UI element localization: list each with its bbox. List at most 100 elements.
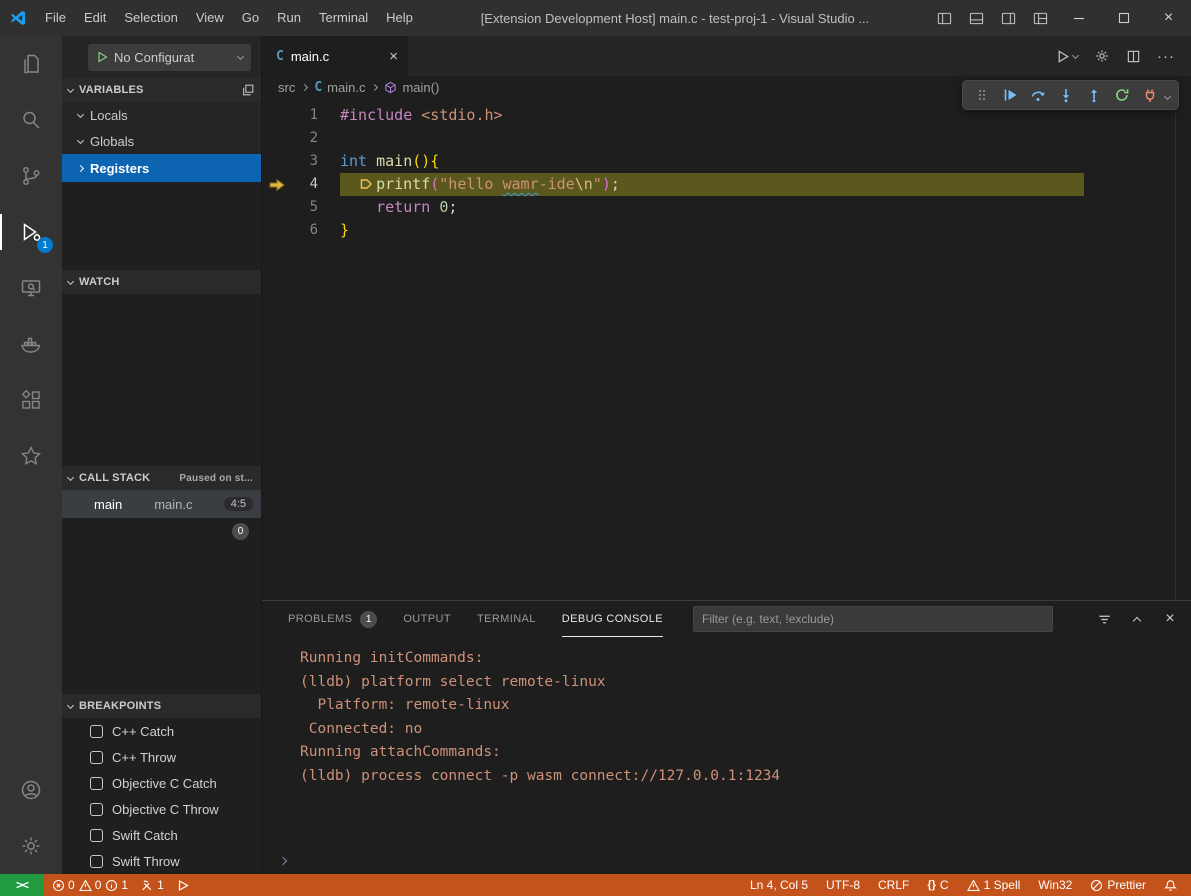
code-text[interactable]: int main(){ — [340, 150, 439, 173]
breakpoints-section-header[interactable]: BREAKPOINTS — [62, 694, 261, 718]
activity-explorer[interactable] — [0, 36, 62, 92]
menu-selection[interactable]: Selection — [115, 0, 186, 36]
code-line[interactable]: 4 printf("hello wamr-ide\n"); — [262, 173, 1191, 196]
continue-button[interactable] — [997, 82, 1023, 108]
variables-scope-globals[interactable]: Globals — [62, 128, 261, 154]
menu-file[interactable]: File — [36, 0, 75, 36]
breakpoint-row[interactable]: Objective C Catch — [62, 770, 261, 796]
maximize-panel-icon[interactable] — [1128, 610, 1146, 628]
breakpoint-checkbox[interactable] — [90, 751, 103, 764]
disconnect-button[interactable] — [1137, 82, 1163, 108]
code-text[interactable]: } — [340, 219, 349, 242]
step-over-button[interactable] — [1025, 82, 1051, 108]
step-out-button[interactable] — [1081, 82, 1107, 108]
breadcrumb-symbol[interactable]: main() — [384, 80, 439, 95]
code-text[interactable]: #include <stdio.h> — [340, 104, 503, 127]
activity-search[interactable] — [0, 92, 62, 148]
activity-account[interactable] — [0, 762, 62, 818]
stack-frame-row[interactable]: main main.c 4:5 — [62, 490, 261, 518]
activity-docker[interactable] — [0, 316, 62, 372]
launch-config-dropdown[interactable]: No Configurat — [88, 44, 251, 71]
code-line[interactable]: 2 — [262, 127, 1191, 150]
activity-run-and-debug[interactable]: 1 — [0, 204, 62, 260]
platform-status[interactable]: Win32 — [1038, 878, 1072, 892]
watch-section-header[interactable]: WATCH — [62, 270, 261, 294]
line-number[interactable]: 2 — [262, 127, 340, 150]
cursor-position[interactable]: Ln 4, Col 5 — [750, 878, 808, 892]
drag-grip[interactable] — [969, 82, 995, 108]
toggle-secondary-sidebar-icon[interactable] — [992, 0, 1024, 36]
tab-output[interactable]: OUTPUT — [403, 601, 451, 637]
minimize-button[interactable] — [1056, 0, 1101, 36]
variables-scope-registers[interactable]: Registers — [62, 154, 261, 182]
problems-status[interactable]: 0 0 1 — [52, 878, 128, 892]
console-input-row[interactable] — [262, 848, 1191, 874]
more-actions-button[interactable]: ··· — [1157, 49, 1175, 64]
step-into-button[interactable] — [1053, 82, 1079, 108]
copy-icon[interactable] — [241, 83, 255, 97]
toolchain-status[interactable]: 1 — [140, 878, 164, 892]
line-number[interactable]: 5 — [262, 196, 340, 219]
breakpoint-row[interactable]: Swift Throw — [62, 848, 261, 874]
spell-checker-status[interactable]: 1 Spell — [967, 878, 1021, 892]
tab-main-c[interactable]: C main.c × — [262, 36, 408, 76]
restart-button[interactable] — [1109, 82, 1135, 108]
toggle-sidebar-icon[interactable] — [928, 0, 960, 36]
close-button[interactable]: × — [1146, 0, 1191, 36]
menu-terminal[interactable]: Terminal — [310, 0, 377, 36]
activity-remote-explorer[interactable] — [0, 260, 62, 316]
remote-indicator[interactable]: >< — [0, 874, 44, 896]
breakpoint-checkbox[interactable] — [90, 855, 103, 868]
maximize-button[interactable] — [1101, 0, 1146, 36]
menu-edit[interactable]: Edit — [75, 0, 115, 36]
activity-favorites[interactable] — [0, 428, 62, 484]
encoding-status[interactable]: UTF-8 — [826, 878, 860, 892]
debug-session-dropdown-icon[interactable] — [1164, 92, 1171, 99]
configure-gear-button[interactable] — [1094, 48, 1110, 64]
close-panel-icon[interactable]: × — [1161, 610, 1179, 628]
code-line[interactable]: 6} — [262, 219, 1191, 242]
breakpoint-row[interactable]: C++ Throw — [62, 744, 261, 770]
tab-terminal[interactable]: TERMINAL — [477, 601, 536, 637]
breakpoint-checkbox[interactable] — [90, 803, 103, 816]
menu-run[interactable]: Run — [268, 0, 310, 36]
formatter-status[interactable]: Prettier — [1090, 878, 1146, 892]
variables-scope-locals[interactable]: Locals — [62, 102, 261, 128]
activity-settings[interactable] — [0, 818, 62, 874]
tab-close-icon[interactable]: × — [389, 49, 398, 64]
line-number[interactable]: 6 — [262, 219, 340, 242]
breakpoint-row[interactable]: Swift Catch — [62, 822, 261, 848]
debug-console-content[interactable]: Running initCommands:(lldb) platform sel… — [262, 637, 1191, 848]
code-line[interactable]: 5 return 0; — [262, 196, 1191, 219]
customize-layout-icon[interactable] — [1024, 0, 1056, 36]
filter-lines-icon[interactable] — [1095, 610, 1113, 628]
toggle-panel-icon[interactable] — [960, 0, 992, 36]
breakpoint-checkbox[interactable] — [90, 777, 103, 790]
debug-status-icon[interactable] — [176, 879, 189, 892]
code-editor[interactable]: 1#include <stdio.h>23int main(){4 printf… — [262, 98, 1191, 600]
language-mode[interactable]: {} C — [927, 878, 948, 892]
notifications-bell[interactable] — [1164, 879, 1177, 892]
console-filter-input[interactable] — [693, 606, 1053, 632]
breakpoint-row[interactable]: Objective C Throw — [62, 796, 261, 822]
menu-go[interactable]: Go — [233, 0, 268, 36]
split-editor-button[interactable] — [1126, 49, 1141, 64]
line-number[interactable]: 1 — [262, 104, 340, 127]
menu-view[interactable]: View — [187, 0, 233, 36]
eol-status[interactable]: CRLF — [878, 878, 909, 892]
breakpoint-row[interactable]: C++ Catch — [62, 718, 261, 744]
menu-help[interactable]: Help — [377, 0, 422, 36]
call-stack-section-header[interactable]: CALL STACK Paused on st... — [62, 466, 261, 490]
code-text[interactable]: return 0; — [340, 196, 457, 219]
breadcrumb-file[interactable]: C main.c — [314, 80, 365, 95]
code-line[interactable]: 3int main(){ — [262, 150, 1191, 173]
breadcrumb-folder[interactable]: src — [278, 80, 295, 95]
variables-section-header[interactable]: VARIABLES — [62, 78, 261, 102]
activity-extensions[interactable] — [0, 372, 62, 428]
code-text[interactable]: printf("hello wamr-ide\n"); — [340, 173, 1084, 196]
line-number[interactable]: 4 — [262, 173, 340, 196]
activity-source-control[interactable] — [0, 148, 62, 204]
tab-problems[interactable]: PROBLEMS 1 — [288, 601, 377, 637]
line-number[interactable]: 3 — [262, 150, 340, 173]
tab-debug-console[interactable]: DEBUG CONSOLE — [562, 601, 663, 637]
